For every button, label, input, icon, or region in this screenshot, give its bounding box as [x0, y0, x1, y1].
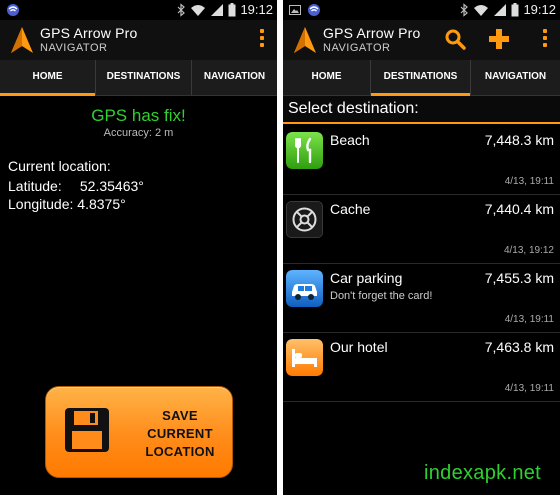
- tab-home[interactable]: HOME: [0, 60, 96, 96]
- destination-list: Beach 7,448.3 km 4/13, 19:11 Cache 7,440…: [283, 126, 560, 402]
- gps-status: GPS has fix!: [91, 106, 186, 125]
- destination-distance: 7,440.4 km: [484, 201, 554, 217]
- battery-icon: [228, 2, 236, 16]
- bluetooth-icon: [461, 2, 469, 17]
- action-bar: GPS Arrow Pro NAVIGATOR: [283, 20, 560, 60]
- overflow-menu-icon[interactable]: [259, 29, 265, 51]
- tab-home[interactable]: HOME: [283, 60, 371, 95]
- action-bar: GPS Arrow Pro NAVIGATOR: [0, 20, 277, 60]
- wifi-icon: [191, 4, 206, 16]
- home-screen: 19:12 GPS Arrow Pro NAVIGATOR HOME DESTI…: [0, 0, 277, 495]
- latitude-value: 52.35463°: [79, 178, 144, 194]
- destination-date: 4/13, 19:12: [503, 245, 554, 256]
- app-subtitle: NAVIGATOR: [323, 42, 391, 54]
- wifi-icon: [474, 4, 489, 16]
- destination-item-our-hotel[interactable]: Our hotel 7,463.8 km 4/13, 19:11: [283, 333, 560, 402]
- destination-date: 4/13, 19:11: [504, 176, 554, 187]
- app-logo-arrow-icon[interactable]: [10, 26, 34, 54]
- destination-name: Beach: [330, 132, 370, 148]
- tab-navigation[interactable]: NAVIGATION: [471, 60, 560, 95]
- search-icon[interactable]: [444, 28, 466, 50]
- longitude-value: 4.8375°: [77, 196, 126, 212]
- watermark: indexapk.net: [424, 462, 542, 484]
- app-title: GPS Arrow Pro: [40, 25, 138, 41]
- tab-destinations[interactable]: DESTINATIONS: [371, 60, 471, 96]
- signal-icon: [494, 3, 507, 16]
- destination-item-cache[interactable]: Cache 7,440.4 km 4/13, 19:12: [283, 195, 560, 264]
- destinations-screen: 19:12 GPS Arrow Pro NAVIGATOR HOME DESTI…: [283, 0, 560, 495]
- destination-distance: 7,463.8 km: [484, 339, 554, 355]
- car-icon: [286, 270, 323, 307]
- destination-distance: 7,448.3 km: [484, 132, 554, 148]
- restaurant-icon: [286, 132, 323, 169]
- destination-item-car-parking[interactable]: Car parking Don't forget the card! 7,455…: [283, 264, 560, 333]
- destination-date: 4/13, 19:11: [504, 383, 554, 394]
- gps-notification-icon: [308, 4, 320, 16]
- save-current-location-button[interactable]: SAVE CURRENT LOCATION: [45, 386, 233, 478]
- destination-note: Don't forget the card!: [330, 290, 433, 302]
- status-bar: 19:12: [283, 0, 560, 20]
- accuracy-label: Accuracy: 2 m: [103, 127, 174, 139]
- current-location-label: Current location:: [8, 158, 111, 174]
- tab-bar: HOME DESTINATIONS NAVIGATION: [0, 60, 277, 96]
- geocache-icon: [286, 201, 323, 238]
- app-logo-arrow-icon[interactable]: [293, 26, 317, 54]
- gps-notification-icon: [7, 4, 19, 16]
- latitude-label: Latitude:: [8, 178, 62, 194]
- destination-name: Cache: [330, 201, 371, 217]
- floppy-disk-icon: [65, 408, 109, 452]
- destination-item-beach[interactable]: Beach 7,448.3 km 4/13, 19:11: [283, 126, 560, 195]
- app-subtitle: NAVIGATOR: [40, 42, 108, 54]
- latitude-row: Latitude: 52.35463°: [8, 178, 144, 194]
- image-notification-icon: [289, 5, 301, 15]
- clock: 19:12: [240, 2, 273, 17]
- longitude-row: Longitude: 4.8375°: [8, 196, 126, 212]
- select-destination-heading: Select destination:: [283, 96, 560, 124]
- destination-distance: 7,455.3 km: [484, 270, 554, 286]
- app-title: GPS Arrow Pro: [323, 25, 421, 41]
- battery-icon: [511, 2, 519, 16]
- signal-icon: [211, 3, 224, 16]
- destination-name: Car parking: [330, 270, 403, 286]
- bluetooth-icon: [178, 2, 186, 17]
- bed-icon: [286, 339, 323, 376]
- destination-date: 4/13, 19:11: [504, 314, 554, 325]
- clock: 19:12: [523, 2, 556, 17]
- destination-name: Our hotel: [330, 339, 388, 355]
- status-bar: 19:12: [0, 0, 277, 20]
- tab-destinations[interactable]: DESTINATIONS: [96, 60, 192, 95]
- longitude-label: Longitude:: [8, 196, 74, 212]
- save-button-label: SAVE CURRENT LOCATION: [145, 408, 215, 459]
- tab-navigation[interactable]: NAVIGATION: [192, 60, 277, 95]
- overflow-menu-icon[interactable]: [542, 29, 548, 51]
- tab-bar: HOME DESTINATIONS NAVIGATION: [283, 60, 560, 96]
- add-icon[interactable]: [488, 28, 510, 50]
